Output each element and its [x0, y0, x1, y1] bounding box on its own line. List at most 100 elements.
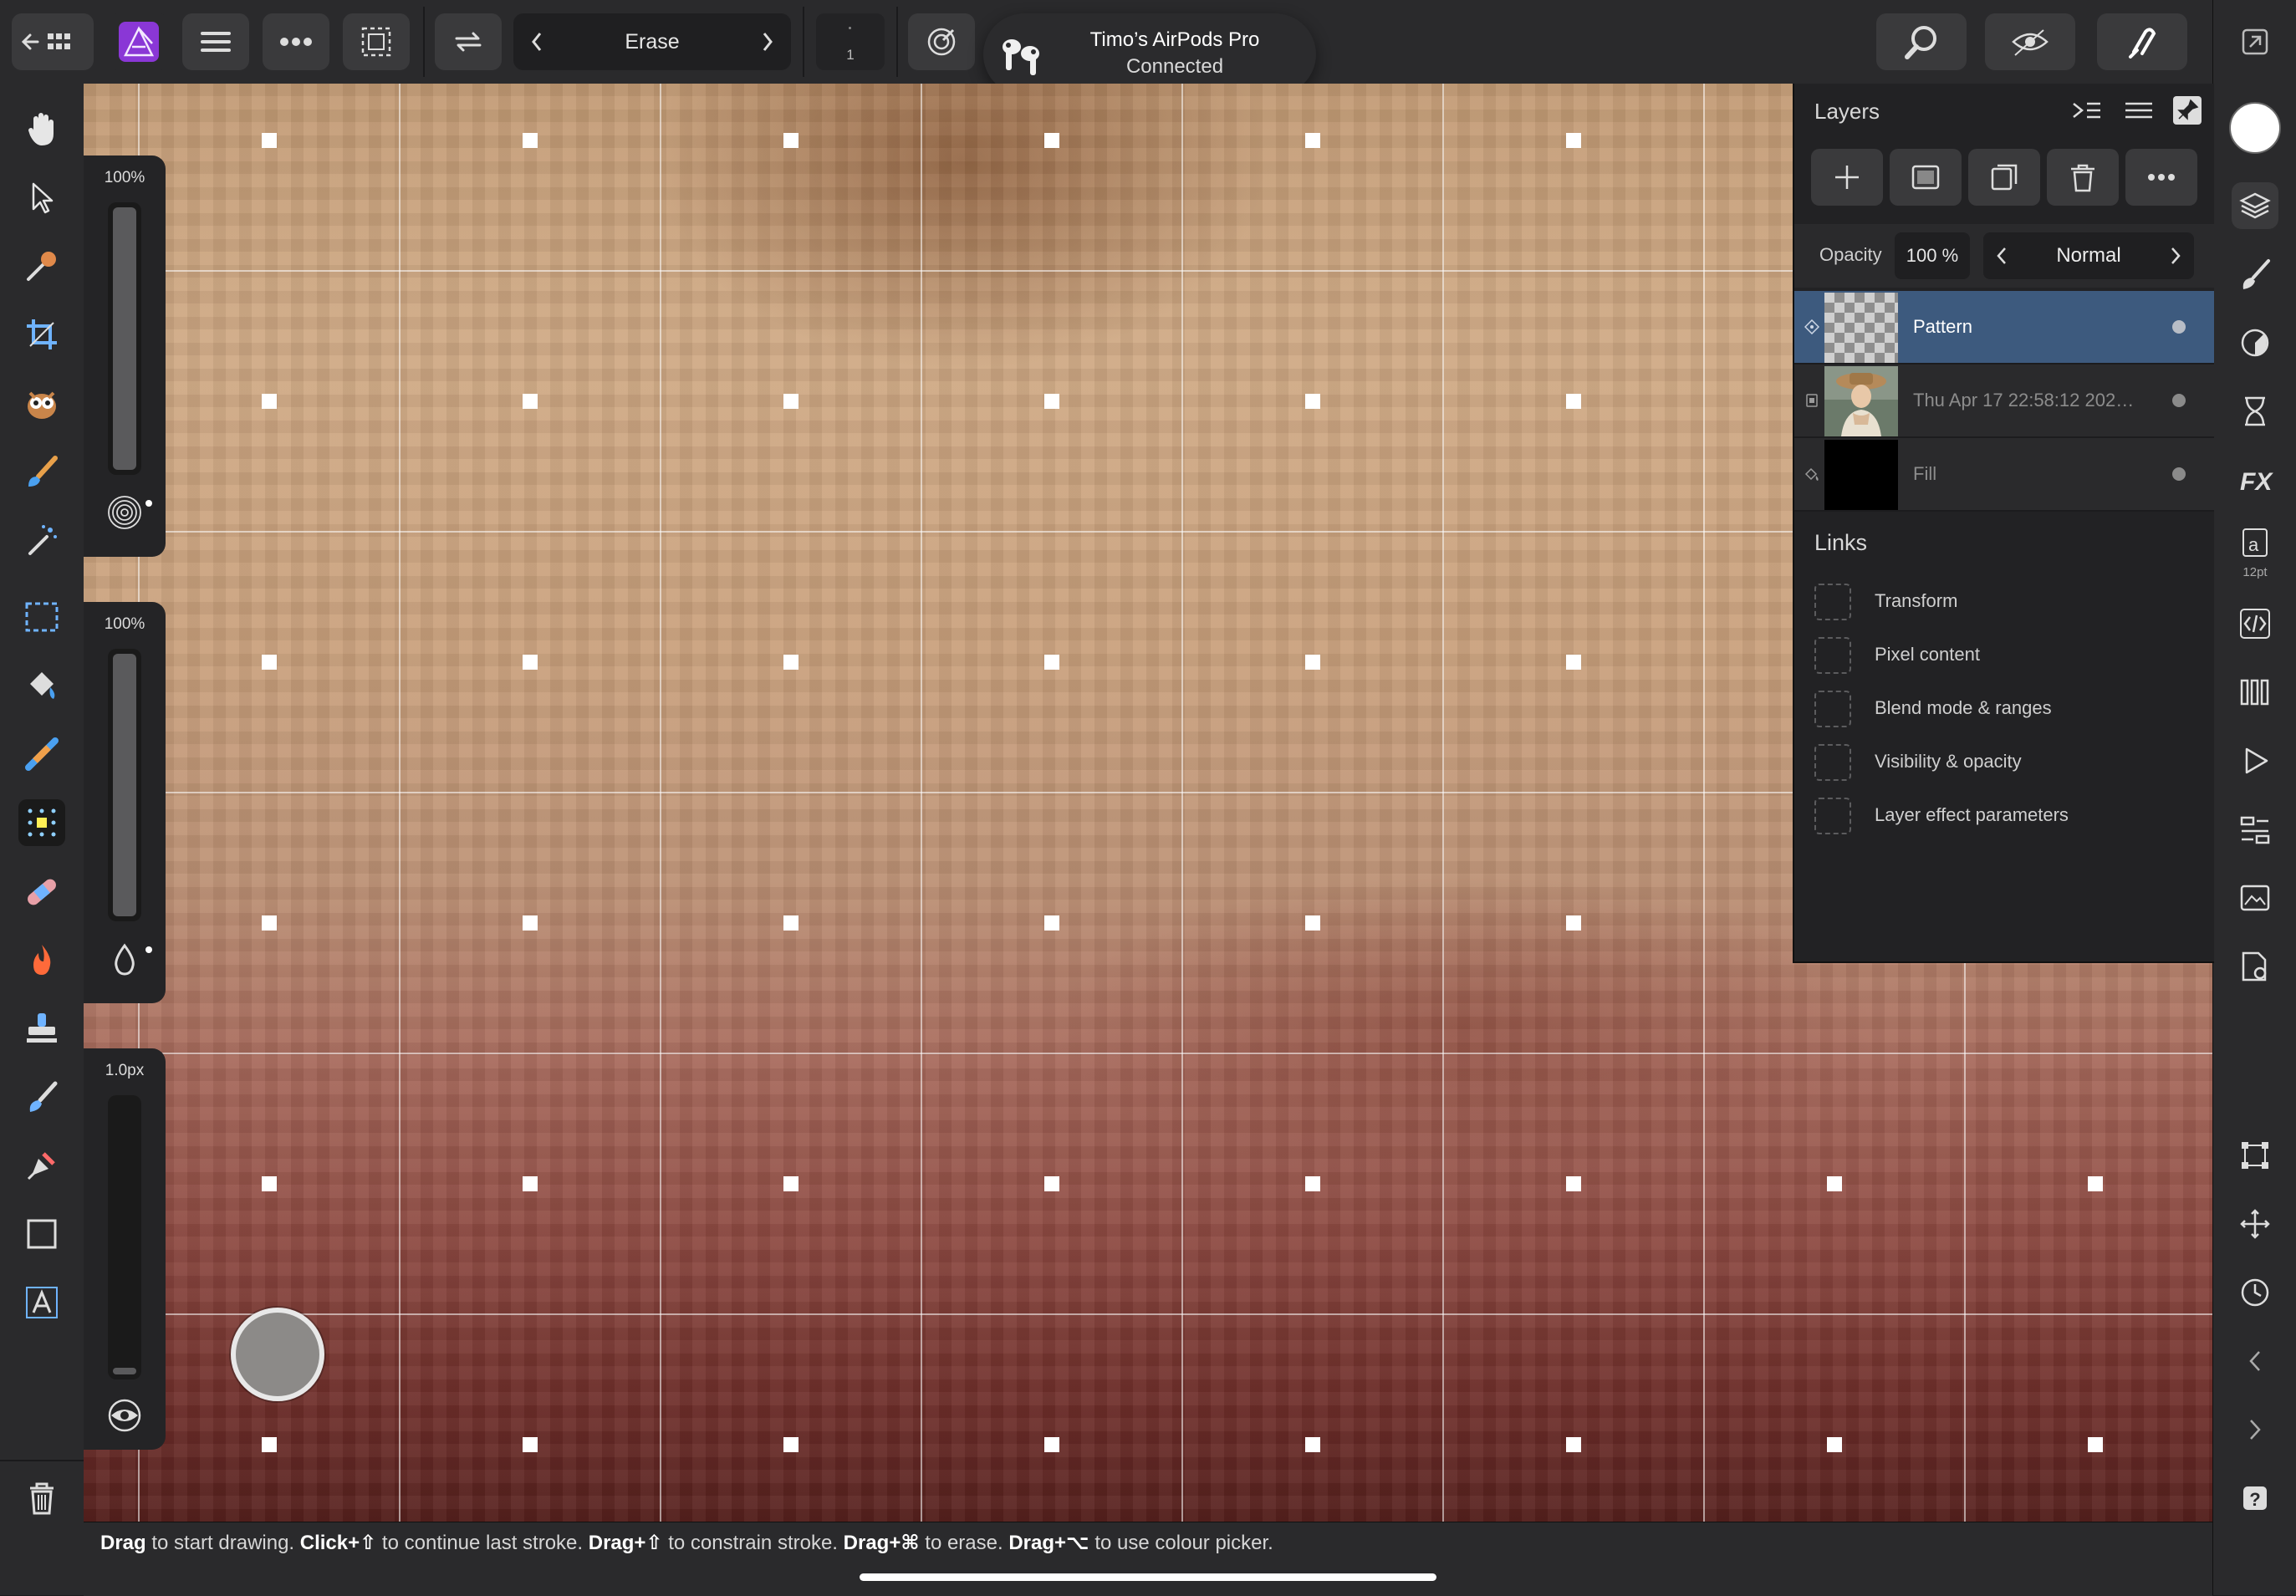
- paint-brush-tool[interactable]: [18, 448, 65, 495]
- collapse-panel-icon[interactable]: [2070, 97, 2104, 127]
- delete-button[interactable]: [18, 1475, 65, 1522]
- channels-studio-button[interactable]: [2232, 669, 2278, 716]
- fx-studio-button[interactable]: FX: [2232, 456, 2278, 503]
- text-tool[interactable]: [18, 1279, 65, 1326]
- transform-button[interactable]: [435, 13, 502, 70]
- menu-button[interactable]: [182, 13, 249, 70]
- grid-node-handle[interactable]: [1305, 394, 1320, 409]
- grid-node-handle[interactable]: [783, 133, 798, 148]
- home-indicator[interactable]: [860, 1573, 1436, 1581]
- grid-node-handle[interactable]: [262, 133, 277, 148]
- colour-swatch[interactable]: [2229, 102, 2281, 154]
- grid-node-handle[interactable]: [523, 915, 538, 931]
- healing-tool[interactable]: [18, 868, 65, 915]
- duplicate-layer-button[interactable]: [1968, 149, 2040, 206]
- history-studio-button[interactable]: [2232, 388, 2278, 435]
- grid-node-handle[interactable]: [262, 1176, 277, 1191]
- flow-slider-icon-button[interactable]: [102, 936, 147, 982]
- link-checkbox[interactable]: [1814, 691, 1851, 727]
- move-canvas-button[interactable]: [2232, 1201, 2278, 1247]
- link-checkbox[interactable]: [1814, 798, 1851, 834]
- smudge-tool[interactable]: [18, 1073, 65, 1120]
- layer-row-photo[interactable]: Thu Apr 17 22:58:12 202…: [1794, 365, 2214, 438]
- transform-studio-button[interactable]: [2232, 806, 2278, 853]
- app-logo-button[interactable]: [109, 13, 169, 70]
- shape-tool[interactable]: [18, 1211, 65, 1257]
- redo-button[interactable]: [2232, 1406, 2278, 1453]
- opacity-slider-track[interactable]: [108, 202, 141, 475]
- link-visibility-opacity[interactable]: Visibility & opacity: [1814, 741, 2199, 783]
- settings-studio-button[interactable]: [2232, 943, 2278, 990]
- next-mode-button[interactable]: [744, 13, 791, 70]
- flow-slider-track[interactable]: [108, 649, 141, 921]
- brushes-studio-button[interactable]: [2232, 251, 2278, 298]
- link-checkbox[interactable]: [1814, 744, 1851, 781]
- delete-layer-button[interactable]: [2047, 149, 2119, 206]
- flood-fill-tool[interactable]: [18, 662, 65, 709]
- grid-node-handle[interactable]: [1044, 915, 1059, 931]
- link-transform[interactable]: Transform: [1814, 580, 2199, 622]
- macro-studio-button[interactable]: [2232, 737, 2278, 784]
- crop-tool[interactable]: [18, 311, 65, 358]
- grid-node-handle[interactable]: [783, 394, 798, 409]
- link-checkbox[interactable]: [1814, 637, 1851, 674]
- text-styles-studio-button[interactable]: a 12pt: [2232, 525, 2278, 585]
- pattern-layer-tool[interactable]: [18, 799, 65, 846]
- grid-node-handle[interactable]: [1305, 915, 1320, 931]
- panel-menu-icon[interactable]: [2122, 97, 2156, 127]
- source-studio-button[interactable]: [2232, 600, 2278, 647]
- grid-node-handle[interactable]: [262, 1437, 277, 1452]
- grid-node-handle[interactable]: [1044, 1437, 1059, 1452]
- gradient-tool[interactable]: [18, 731, 65, 778]
- grid-node-handle[interactable]: [1044, 133, 1059, 148]
- width-slider-track[interactable]: [108, 1095, 141, 1379]
- grid-node-handle[interactable]: [783, 1176, 798, 1191]
- move-tool[interactable]: [18, 174, 65, 221]
- add-layer-button[interactable]: [1811, 149, 1883, 206]
- grid-node-handle[interactable]: [1566, 1176, 1581, 1191]
- pin-panel-icon[interactable]: [2172, 95, 2202, 125]
- burn-tool[interactable]: [18, 936, 65, 983]
- grid-node-handle[interactable]: [783, 915, 798, 931]
- adjustments-studio-button[interactable]: [2232, 319, 2278, 366]
- brush-stepper[interactable]: 1: [816, 13, 885, 70]
- grid-node-handle[interactable]: [1305, 655, 1320, 670]
- undo-button[interactable]: [2232, 1338, 2278, 1384]
- grid-node-handle[interactable]: [783, 655, 798, 670]
- grid-node-handle[interactable]: [1305, 1437, 1320, 1452]
- pressure-button[interactable]: [908, 13, 975, 70]
- grid-node-handle[interactable]: [262, 915, 277, 931]
- grid-node-handle[interactable]: [2088, 1437, 2103, 1452]
- grid-node-handle[interactable]: [262, 394, 277, 409]
- fullscreen-button[interactable]: [2232, 18, 2278, 65]
- next-blend-mode-button[interactable]: [2157, 232, 2194, 279]
- grid-node-handle[interactable]: [1827, 1437, 1842, 1452]
- grid-node-handle[interactable]: [523, 394, 538, 409]
- grid-node-handle[interactable]: [1044, 1176, 1059, 1191]
- grid-node-handle[interactable]: [1044, 394, 1059, 409]
- zoom-button[interactable]: [1876, 13, 1967, 70]
- layer-visibility-toggle[interactable]: [2172, 394, 2186, 407]
- grid-node-handle[interactable]: [523, 1176, 538, 1191]
- grid-node-handle[interactable]: [1566, 1437, 1581, 1452]
- layer-visibility-toggle[interactable]: [2172, 467, 2186, 481]
- grid-toggle-button[interactable]: [2232, 1132, 2278, 1179]
- layer-row-pattern[interactable]: Pattern: [1794, 291, 2214, 365]
- grid-node-handle[interactable]: [1566, 133, 1581, 148]
- layer-options-button[interactable]: [2125, 149, 2197, 206]
- back-to-gallery-button[interactable]: [12, 13, 94, 70]
- pen-tool[interactable]: [18, 1142, 65, 1189]
- layer-row-fill[interactable]: Fill: [1794, 438, 2214, 512]
- history-scrubber-button[interactable]: [2232, 1269, 2278, 1316]
- grid-node-handle[interactable]: [1827, 1176, 1842, 1191]
- grid-node-handle[interactable]: [1566, 394, 1581, 409]
- layer-visibility-toggle[interactable]: [2172, 320, 2186, 334]
- selection-button[interactable]: [343, 13, 410, 70]
- liquify-persona-tool[interactable]: [18, 380, 65, 426]
- selection-brush-tool[interactable]: [18, 517, 65, 563]
- add-mask-button[interactable]: [1890, 149, 1962, 206]
- grid-node-handle[interactable]: [1566, 655, 1581, 670]
- layer-opacity-field[interactable]: 100 %: [1895, 232, 1970, 279]
- link-pixel-content[interactable]: Pixel content: [1814, 634, 2199, 676]
- grid-node-handle[interactable]: [523, 655, 538, 670]
